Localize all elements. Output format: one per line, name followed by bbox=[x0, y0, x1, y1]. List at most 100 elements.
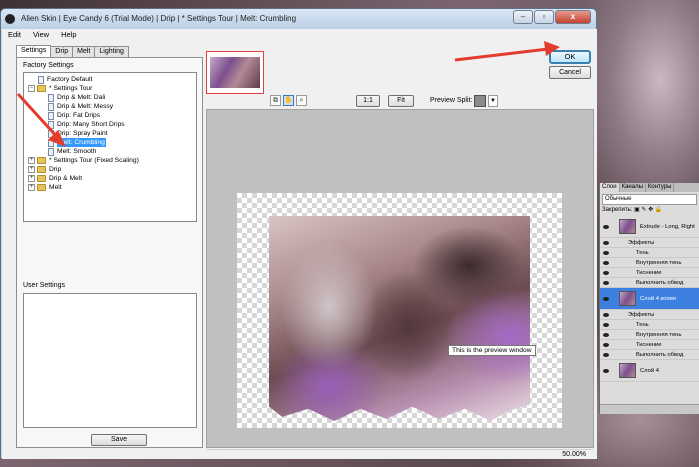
tree-item-drip-spray-paint[interactable]: Drip: Spray Paint bbox=[48, 129, 108, 138]
layer-effects-row[interactable]: Эффекты bbox=[600, 238, 699, 248]
layer-row[interactable]: Слой 4 bbox=[600, 360, 699, 382]
tree-item-label: Drip: Fat Drips bbox=[57, 112, 101, 119]
layer-effect-row[interactable]: Тень bbox=[600, 320, 699, 330]
eye-icon[interactable] bbox=[603, 322, 609, 327]
expand-icon[interactable]: + bbox=[28, 175, 35, 182]
preset-icon bbox=[38, 75, 44, 84]
tree-item-label: * Settings Tour bbox=[49, 85, 93, 92]
tab-channels[interactable]: Каналы bbox=[620, 183, 646, 192]
eye-icon[interactable] bbox=[603, 332, 609, 337]
eye-icon[interactable] bbox=[603, 352, 609, 357]
eye-icon[interactable] bbox=[603, 224, 609, 229]
menu-view[interactable]: View bbox=[33, 29, 49, 40]
cancel-button[interactable]: Cancel bbox=[549, 66, 591, 79]
folder-icon bbox=[37, 157, 46, 164]
tree-item-drip-melt[interactable]: + Drip & Melt bbox=[28, 174, 82, 183]
layer-row[interactable]: Extrude - Long, Right bbox=[600, 216, 699, 238]
layer-label: Выполнить обвод bbox=[636, 352, 684, 358]
collapse-icon[interactable]: − bbox=[28, 85, 35, 92]
tab-drip[interactable]: Drip bbox=[50, 46, 74, 57]
tree-item-melt-smooth[interactable]: Melt: Smooth bbox=[48, 147, 96, 156]
layer-effect-row[interactable]: Внутренняя тень bbox=[600, 330, 699, 340]
tree-item-drip-melt-messy[interactable]: Drip & Melt: Messy bbox=[48, 102, 113, 111]
tree-item-melt-crumbling[interactable]: Melt: Crumbling bbox=[48, 138, 106, 147]
lock-icons[interactable]: ▣ ✎ ✥ 🔒 bbox=[634, 207, 662, 213]
factory-settings-tree[interactable]: Factory Default − * Settings Tour Drip &… bbox=[23, 72, 197, 222]
tree-item-settings-tour-fixed[interactable]: + * Settings Tour (Fixed Scaling) bbox=[28, 156, 139, 165]
tree-item-drip-many-short-drips[interactable]: Drip: Many Short Drips bbox=[48, 120, 125, 129]
navigator-image bbox=[210, 57, 260, 88]
eye-icon[interactable] bbox=[603, 270, 609, 275]
expand-icon[interactable]: + bbox=[28, 166, 35, 173]
tree-item-settings-tour[interactable]: − * Settings Tour bbox=[28, 84, 92, 93]
fit-button[interactable]: Fit bbox=[388, 95, 414, 107]
layers-footer-toolbar bbox=[600, 404, 699, 414]
close-button[interactable]: x bbox=[555, 10, 591, 24]
preset-icon bbox=[48, 147, 54, 156]
layers-panel-tabs: Слои Каналы Контуры bbox=[600, 183, 699, 192]
tab-layers[interactable]: Слои bbox=[600, 183, 620, 192]
tree-item-drip[interactable]: + Drip bbox=[28, 165, 61, 174]
user-settings-list[interactable] bbox=[23, 293, 197, 428]
tab-lighting[interactable]: Lighting bbox=[94, 46, 129, 57]
preview-split-swatch[interactable] bbox=[474, 95, 486, 107]
layer-label: Тиснение bbox=[636, 342, 662, 348]
hand-tool-icon[interactable]: ✋ bbox=[283, 95, 294, 106]
menu-help[interactable]: Help bbox=[61, 29, 76, 40]
menu-bar: Edit View Help bbox=[2, 29, 597, 40]
maximize-button[interactable]: ▫ bbox=[534, 10, 554, 24]
tab-melt[interactable]: Melt bbox=[72, 46, 96, 57]
layer-thumbnail bbox=[619, 363, 636, 378]
eye-icon[interactable] bbox=[603, 250, 609, 255]
layer-effect-row[interactable]: Тиснение bbox=[600, 268, 699, 278]
minimize-button[interactable]: – bbox=[513, 10, 533, 24]
eye-icon[interactable] bbox=[603, 312, 609, 317]
layer-row-selected[interactable]: Слой 4 копия bbox=[600, 288, 699, 310]
save-button[interactable]: Save bbox=[91, 434, 147, 446]
eye-icon[interactable] bbox=[603, 368, 609, 373]
layer-thumbnail bbox=[619, 219, 636, 234]
layer-label: Выполнить обвод bbox=[636, 280, 684, 286]
tree-item-label: Drip: Many Short Drips bbox=[57, 121, 125, 128]
compare-icon[interactable]: ⧉ bbox=[270, 95, 281, 106]
zoom-level: 50.00% bbox=[562, 451, 586, 458]
expand-icon[interactable]: + bbox=[28, 157, 35, 164]
preset-icon bbox=[48, 111, 54, 120]
layer-effect-row[interactable]: Тиснение bbox=[600, 340, 699, 350]
layer-effects-row[interactable]: Эффекты bbox=[600, 310, 699, 320]
tree-item-drip-fat-drips[interactable]: Drip: Fat Drips bbox=[48, 111, 100, 120]
tab-settings[interactable]: Settings bbox=[16, 45, 52, 57]
expand-icon[interactable]: + bbox=[28, 184, 35, 191]
eye-icon[interactable] bbox=[603, 342, 609, 347]
title-bar[interactable]: Alien Skin | Eye Candy 6 (Trial Mode) | … bbox=[1, 9, 596, 29]
blend-mode-select[interactable]: Обычные bbox=[602, 194, 697, 205]
menu-edit[interactable]: Edit bbox=[8, 29, 21, 40]
eye-icon[interactable] bbox=[603, 280, 609, 285]
tree-item-label: Factory Default bbox=[47, 76, 93, 83]
folder-icon bbox=[37, 184, 46, 191]
zoom-1-1-button[interactable]: 1:1 bbox=[356, 95, 380, 107]
ok-button[interactable]: OK bbox=[549, 50, 591, 64]
user-settings-label: User Settings bbox=[23, 282, 66, 289]
eye-icon[interactable] bbox=[603, 240, 609, 245]
layer-label: Эффекты bbox=[628, 240, 655, 246]
tree-item-melt[interactable]: + Melt bbox=[28, 183, 62, 192]
tree-item-drip-melt-dali[interactable]: Drip & Melt: Dali bbox=[48, 93, 105, 102]
tree-item-factory-default[interactable]: Factory Default bbox=[38, 75, 92, 84]
preview-split-label: Preview Split: bbox=[430, 97, 473, 104]
tab-paths[interactable]: Контуры bbox=[646, 183, 675, 192]
layer-effect-row[interactable]: Выполнить обвод bbox=[600, 278, 699, 288]
preview-window[interactable] bbox=[206, 109, 594, 448]
chevron-down-icon[interactable]: ▼ bbox=[488, 95, 498, 107]
layer-effect-row[interactable]: Выполнить обвод bbox=[600, 350, 699, 360]
eye-icon[interactable] bbox=[603, 260, 609, 265]
layer-effect-row[interactable]: Тень bbox=[600, 248, 699, 258]
tree-item-label: Drip & Melt bbox=[49, 175, 83, 182]
layer-effect-row[interactable]: Внутренняя тень bbox=[600, 258, 699, 268]
tree-item-label: Drip & Melt: Dali bbox=[57, 94, 106, 101]
eye-icon[interactable] bbox=[603, 296, 609, 301]
navigator-thumbnail[interactable] bbox=[206, 51, 264, 94]
zoom-tool-icon[interactable]: ⌕ bbox=[296, 95, 307, 106]
preset-icon bbox=[48, 93, 54, 102]
window-title: Alien Skin | Eye Candy 6 (Trial Mode) | … bbox=[21, 14, 297, 23]
